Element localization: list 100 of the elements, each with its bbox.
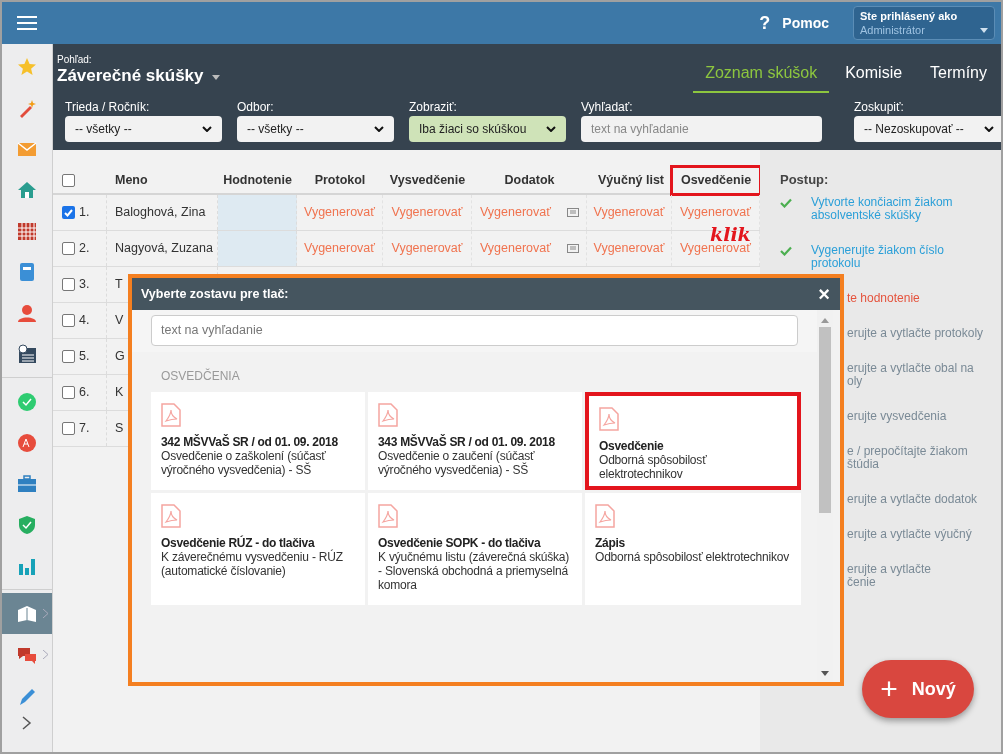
report-card[interactable]: Zápis Odborná spôsobilosť elektrotechnikov bbox=[585, 493, 801, 605]
calendar-clock-icon bbox=[17, 343, 37, 364]
checkbox[interactable] bbox=[62, 422, 75, 435]
generate-link[interactable]: Vygenerovať bbox=[391, 203, 463, 222]
filter-label: Vyhľadať: bbox=[581, 100, 634, 114]
student-name: G bbox=[115, 348, 125, 366]
search-field[interactable]: text na vyhľadanie bbox=[581, 116, 822, 142]
card-description: Odborná spôsobilosť elektrotechnikov bbox=[599, 453, 708, 481]
checkbox[interactable] bbox=[62, 350, 75, 363]
person-icon bbox=[17, 302, 37, 323]
step-text: te hodnotenie bbox=[847, 291, 920, 305]
tab[interactable]: Zoznam skúšok bbox=[693, 60, 830, 93]
checkbox[interactable] bbox=[62, 242, 75, 255]
filter-select[interactable]: -- Nezoskupovať -- bbox=[854, 116, 1001, 142]
column-header: Meno bbox=[114, 172, 149, 189]
step-text: erujte a vytlačte výučný bbox=[847, 527, 972, 541]
caret-icon bbox=[980, 28, 988, 33]
tab[interactable]: Komisie bbox=[833, 60, 915, 93]
menu-icon[interactable] bbox=[17, 15, 37, 31]
pdf-icon bbox=[161, 504, 181, 528]
report-card[interactable]: Osvedčenie RÚZ - do tlačiva K záverečnému vysvedčeniu - RÚZ (automatické číslovanie) bbox=[151, 493, 365, 605]
generate-link[interactable]: Vygenerovať bbox=[391, 239, 463, 258]
card-description: K výučnému listu (záverečná skúška) - Slovenská obchodná a priemyselná komora bbox=[378, 550, 571, 592]
generate-link[interactable]: Vygenerovať bbox=[304, 203, 375, 222]
form-icon[interactable] bbox=[566, 244, 579, 253]
star-icon bbox=[17, 56, 37, 77]
home-icon bbox=[17, 179, 37, 200]
checkbox[interactable] bbox=[62, 278, 75, 291]
column-header: Vysvedčenie bbox=[388, 172, 467, 189]
row-number: 4. bbox=[79, 312, 90, 330]
chevron-icon[interactable] bbox=[22, 716, 32, 730]
row-number: 6. bbox=[79, 384, 90, 402]
new-button[interactable]: + Nový bbox=[862, 660, 974, 718]
card-description: Odborná spôsobilosť elektrotechnikov bbox=[595, 550, 791, 564]
card-description: K záverečnému vysvedčeniu - RÚZ (automatické číslovanie) bbox=[161, 550, 344, 578]
student-name: K bbox=[115, 384, 124, 402]
step-link[interactable]: protokolu bbox=[811, 256, 944, 270]
card-title: Osvedčenie SOPK - do tlačiva bbox=[378, 536, 542, 550]
pdf-icon bbox=[595, 504, 615, 528]
notebook-icon bbox=[17, 261, 37, 282]
form-icon[interactable] bbox=[566, 208, 579, 217]
report-card[interactable]: 342 MŠVVaŠ SR / od 01. 09. 2018 Osvedčenie o zaškolení (súčasť výročného vysvedčenia) - SŠ bbox=[151, 392, 365, 490]
card-description: Osvedčenie o zaučení (súčasť výročného vysvedčenia) - SŠ bbox=[378, 449, 536, 477]
checkbox[interactable] bbox=[62, 206, 75, 219]
calendar-icon bbox=[17, 220, 37, 241]
generate-link[interactable]: Vygenerovať bbox=[593, 239, 665, 258]
generate-link[interactable]: Vygenerovať bbox=[480, 239, 551, 258]
step-text: e / prepočítajte žiakom bbox=[847, 444, 968, 458]
step-text: erujte a vytlačte obal na bbox=[847, 361, 974, 375]
caret-icon bbox=[211, 74, 220, 80]
generate-link[interactable]: Vygenerovať bbox=[680, 203, 751, 222]
chevron-icon bbox=[43, 609, 48, 618]
close-button[interactable]: × bbox=[818, 284, 830, 304]
user-menu[interactable]: Ste prihlásený ako Administrátor bbox=[853, 6, 995, 40]
chevron-icon bbox=[202, 126, 212, 132]
checkbox[interactable] bbox=[62, 386, 75, 399]
book-icon bbox=[17, 603, 37, 624]
checkbox[interactable] bbox=[62, 173, 75, 187]
step-link[interactable]: absolventské skúšky bbox=[811, 208, 953, 222]
report-card[interactable]: Osvedčenie SOPK - do tlačiva K výučnému listu (záverečná skúška) - Slovenská obchodná a priemyselná komora bbox=[368, 493, 582, 605]
card-description: Osvedčenie o zaškolení (súčasť výročného vysvedčenia) - SŠ bbox=[161, 449, 327, 477]
filter-label: Zobraziť: bbox=[409, 100, 458, 114]
chevron-icon bbox=[374, 126, 384, 132]
step-link[interactable]: Vytvorte končiacim žiakom bbox=[811, 195, 953, 209]
column-header: Výučný list bbox=[597, 172, 665, 189]
report-card[interactable]: Osvedčenie Odborná spôsobilosť elektrotechnikov bbox=[585, 392, 801, 490]
pdf-icon bbox=[161, 403, 181, 427]
rating-cell[interactable] bbox=[218, 195, 297, 230]
step-text: erujte a vytlačte protokoly bbox=[847, 326, 984, 340]
check-circle-icon bbox=[17, 391, 37, 412]
student-name: Baloghová, Zina bbox=[115, 204, 206, 222]
help-link[interactable]: Pomoc bbox=[782, 12, 829, 34]
card-title: Osvedčenie RÚZ - do tlačiva bbox=[161, 536, 316, 550]
filter-label: Odbor: bbox=[237, 100, 275, 114]
generate-link[interactable]: Vygenerovať bbox=[480, 203, 551, 222]
generate-link[interactable]: Vygenerovať bbox=[593, 203, 665, 222]
pdf-icon bbox=[378, 403, 398, 427]
sidebar-item[interactable] bbox=[2, 593, 52, 634]
filter-label: Trieda / Ročník: bbox=[65, 100, 151, 114]
card-title: Zápis bbox=[595, 536, 626, 550]
step-link[interactable]: Vygenerujte žiakom číslo bbox=[811, 243, 944, 257]
tab[interactable]: Termíny bbox=[918, 60, 999, 93]
row-number: 3. bbox=[79, 276, 90, 294]
checkbox[interactable] bbox=[62, 314, 75, 327]
help-icon[interactable]: ? bbox=[759, 9, 771, 37]
generate-link[interactable]: Vygenerovať bbox=[304, 239, 375, 258]
card-title: 343 MŠVVaŠ SR / od 01. 09. 2018 bbox=[378, 435, 556, 449]
step-text: erujte vysvedčenia bbox=[847, 409, 947, 423]
search-field[interactable]: text na vyhľadanie bbox=[151, 315, 798, 346]
filter-select[interactable]: Iba žiaci so skúškou bbox=[409, 116, 566, 142]
filter-select[interactable]: -- všetky -- bbox=[237, 116, 394, 142]
steps-title: Postup: bbox=[779, 171, 830, 189]
view-selector[interactable]: Záverečné skúšky bbox=[57, 65, 220, 87]
chevron-icon bbox=[984, 126, 994, 132]
step-text: oly bbox=[847, 374, 863, 388]
grade-icon bbox=[17, 432, 37, 453]
shield-check-icon bbox=[17, 514, 37, 535]
report-card[interactable]: 343 MŠVVaŠ SR / od 01. 09. 2018 Osvedčenie o zaučení (súčasť výročného vysvedčenia) - SŠ bbox=[368, 392, 582, 490]
annotation-text: klik bbox=[710, 224, 751, 244]
filter-select[interactable]: -- všetky -- bbox=[65, 116, 222, 142]
